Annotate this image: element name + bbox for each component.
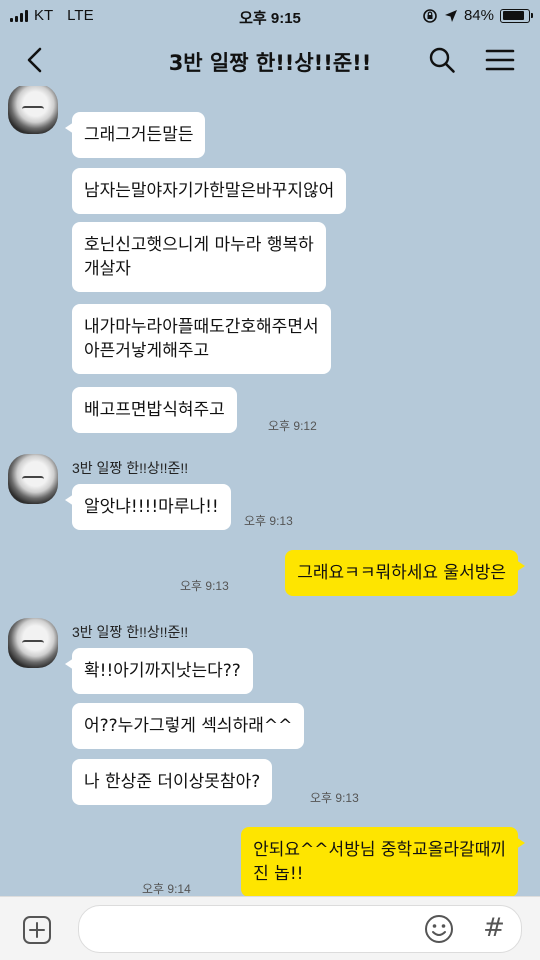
message-timestamp: 오후 9:14 (142, 882, 191, 896)
message-bubble[interactable]: 확!!아기까지낫는다?? (65, 648, 253, 694)
message-timestamp: 오후 9:13 (180, 579, 229, 593)
add-attachment-icon[interactable] (22, 915, 52, 945)
battery-icon (500, 8, 533, 23)
message-bubble[interactable]: 나 한상준 더이상못참아? (72, 759, 273, 805)
message-bubble[interactable]: 그래그거든말든 (64, 112, 206, 158)
chat-header: 3반 일짱 한!!상!!준!! (0, 34, 540, 86)
battery-fill (502, 11, 524, 20)
message-bubble[interactable]: 그래요ㅋㅋ뭐하세요 울서방은 (285, 550, 525, 596)
avatar[interactable] (8, 618, 58, 668)
menu-icon[interactable] (485, 48, 515, 72)
sender-name: 3반 일짱 한!!상!!준!! (72, 624, 189, 640)
chat-message-list[interactable]: 그래그거든말든 남자는말야자기가한말은바꾸지않어 호닌신고햇으니게 마누라 행복… (0, 86, 540, 896)
search-icon[interactable] (428, 46, 456, 74)
location-icon (444, 9, 457, 22)
status-right: 84% (422, 7, 533, 24)
message-timestamp: 오후 9:13 (244, 514, 293, 528)
message-input-bar: # (0, 896, 540, 960)
message-input[interactable] (78, 905, 522, 953)
hash-search-button[interactable]: # (480, 911, 508, 945)
message-bubble[interactable]: 어??누가그렇게 섹싀하래^^ (72, 703, 305, 749)
avatar[interactable] (8, 86, 58, 134)
message-bubble[interactable]: 내가마누라아플때도간호해주면서 아픈거낳게해주고 (72, 304, 331, 374)
sender-name: 3반 일짱 한!!상!!준!! (72, 460, 189, 476)
message-timestamp: 오후 9:12 (268, 419, 317, 433)
chat-room-title: 3반 일짱 한!!상!!준!! (168, 51, 372, 75)
message-bubble[interactable]: 남자는말야자기가한말은바꾸지않어 (72, 168, 347, 214)
rotation-lock-icon (423, 8, 437, 23)
message-bubble[interactable]: 호닌신고햇으니게 마누라 행복하 개살자 (72, 222, 326, 292)
message-timestamp: 오후 9:13 (310, 791, 359, 805)
message-bubble[interactable]: 배고프면밥식혀주고 (72, 387, 237, 433)
message-bubble[interactable]: 알앗냐!!!!마루나!! (65, 484, 231, 530)
back-arrow-icon[interactable] (20, 44, 50, 76)
emoticon-icon[interactable] (424, 914, 454, 944)
avatar[interactable] (8, 454, 58, 504)
message-bubble[interactable]: 안되요^^서방님 중학교올라갈때끼 진 놉!! (241, 827, 525, 896)
battery-percent: 84% (463, 7, 494, 24)
status-bar: KT LTE 오후 9:15 84% (0, 0, 540, 34)
